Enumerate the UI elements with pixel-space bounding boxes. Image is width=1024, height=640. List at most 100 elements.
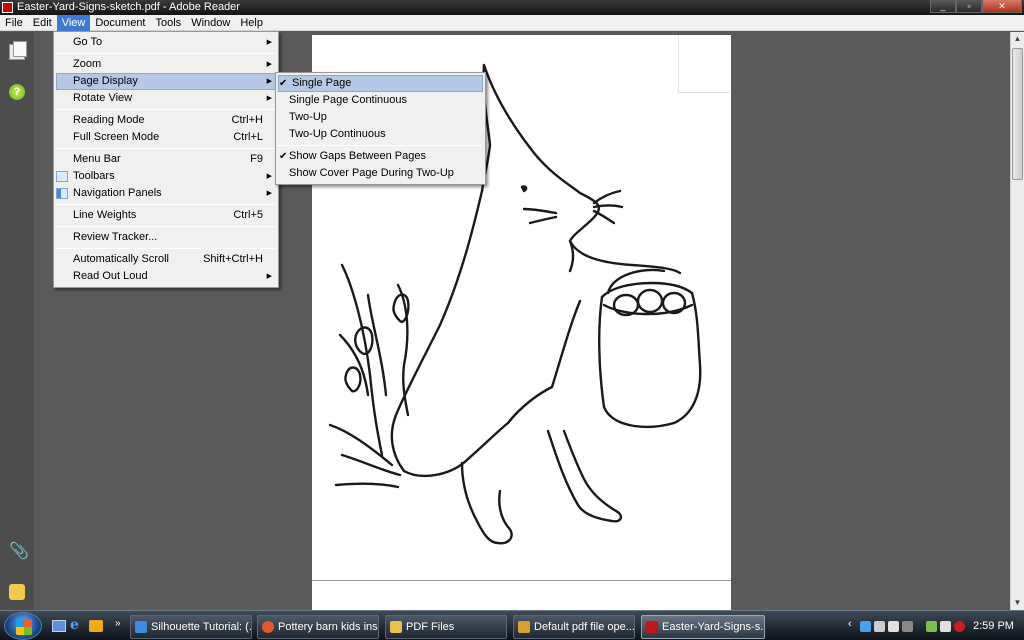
- task-label: Silhouette Tutorial: (...: [151, 621, 252, 633]
- menu-item-two-up[interactable]: Two-Up: [276, 109, 485, 126]
- task-label: Easter-Yard-Signs-s...: [662, 621, 765, 633]
- submenu-arrow-icon: ▶: [266, 61, 272, 68]
- menu-item-read-out-loud[interactable]: Read Out Loud ▶: [54, 268, 278, 285]
- pages-icon[interactable]: [9, 41, 27, 60]
- page-display-submenu: ✔ Single Page Single Page Continuous Two…: [275, 72, 486, 185]
- task-label: Pottery barn kids ins...: [278, 621, 379, 633]
- menu-file[interactable]: File: [0, 15, 28, 31]
- menu-item-shortcut: F9: [250, 153, 263, 165]
- menu-item-label: Rotate View: [73, 92, 133, 104]
- windows-logo-icon: [16, 619, 32, 635]
- menu-help[interactable]: Help: [235, 15, 268, 31]
- browser-icon: [518, 621, 530, 633]
- tray-mail-icon[interactable]: [888, 621, 899, 632]
- comments-icon[interactable]: [9, 584, 25, 600]
- scroll-up-icon[interactable]: ▲: [1011, 32, 1024, 46]
- checkmark-icon: ✔: [279, 151, 288, 162]
- menu-item-automatically-scroll[interactable]: Automatically Scroll Shift+Ctrl+H: [54, 251, 278, 268]
- menu-window[interactable]: Window: [186, 15, 235, 31]
- menu-item-label: Review Tracker...: [73, 231, 158, 243]
- menu-item-label: Two-Up Continuous: [289, 128, 386, 140]
- menu-edit[interactable]: Edit: [28, 15, 57, 31]
- help-icon[interactable]: ?: [9, 84, 25, 100]
- scroll-thumb[interactable]: [1012, 48, 1023, 180]
- menu-item-label: Show Cover Page During Two-Up: [289, 167, 454, 179]
- menu-item-single-page-continuous[interactable]: Single Page Continuous: [276, 92, 485, 109]
- menu-item-review-tracker[interactable]: Review Tracker...: [54, 229, 278, 246]
- menu-item-page-display[interactable]: Page Display ▶: [56, 73, 276, 90]
- taskbar: e » Silhouette Tutorial: (... Pottery ba…: [0, 610, 1024, 640]
- menu-item-label: Reading Mode: [73, 114, 145, 126]
- menu-item-reading-mode[interactable]: Reading Mode Ctrl+H: [54, 112, 278, 129]
- internet-explorer-icon[interactable]: e: [70, 617, 84, 633]
- tray-volume-icon[interactable]: [954, 621, 965, 632]
- menu-item-single-page[interactable]: ✔ Single Page: [278, 75, 483, 92]
- vertical-scrollbar[interactable]: ▲ ▼: [1010, 32, 1024, 610]
- folder-icon: [390, 621, 402, 633]
- start-button[interactable]: [4, 612, 42, 640]
- view-menu: Go To ▶ Zoom ▶ Page Display ▶ Rotate Vie…: [53, 31, 279, 288]
- submenu-arrow-icon: ▶: [266, 95, 272, 102]
- chrome-icon: [262, 621, 274, 633]
- submenu-arrow-icon: ▶: [266, 190, 272, 197]
- show-desktop-icon[interactable]: [52, 620, 66, 632]
- taskbar-button-easter-yard-signs[interactable]: Easter-Yard-Signs-s...: [641, 615, 765, 639]
- menu-item-show-gaps-between-pages[interactable]: ✔ Show Gaps Between Pages: [276, 148, 485, 165]
- quicklaunch-more-icon[interactable]: »: [115, 618, 129, 630]
- menu-item-rotate-view[interactable]: Rotate View ▶: [54, 90, 278, 107]
- menu-item-full-screen-mode[interactable]: Full Screen Mode Ctrl+L: [54, 129, 278, 146]
- tray-security-icon[interactable]: [926, 621, 937, 632]
- attachment-icon[interactable]: 📎: [9, 544, 29, 560]
- menu-item-label: Two-Up: [289, 111, 327, 123]
- menu-item-label: Menu Bar: [73, 153, 121, 165]
- tray-expand-icon[interactable]: ‹: [848, 618, 852, 630]
- system-tray: ‹ 2:59 PM: [840, 615, 1024, 639]
- minimize-button[interactable]: _: [930, 0, 956, 13]
- menu-tools[interactable]: Tools: [151, 15, 187, 31]
- taskbar-button-pottery-barn[interactable]: Pottery barn kids ins...: [257, 615, 379, 639]
- menu-item-label: Read Out Loud: [73, 270, 148, 282]
- menu-item-label: Navigation Panels: [73, 187, 162, 199]
- tray-app-icon[interactable]: [874, 621, 885, 632]
- menu-item-line-weights[interactable]: Line Weights Ctrl+5: [54, 207, 278, 224]
- menu-item-shortcut: Ctrl+H: [231, 114, 263, 126]
- adobe-reader-icon: [2, 2, 13, 13]
- menu-item-zoom[interactable]: Zoom ▶: [54, 56, 278, 73]
- menu-item-label: Go To: [73, 36, 103, 48]
- maximize-button[interactable]: ▫: [956, 0, 982, 13]
- tray-network-icon[interactable]: [860, 621, 871, 632]
- menu-item-two-up-continuous[interactable]: Two-Up Continuous: [276, 126, 485, 143]
- navigation-pane: ? 📎: [0, 32, 34, 610]
- menu-separator: [56, 248, 275, 249]
- menu-item-show-cover-page[interactable]: Show Cover Page During Two-Up: [276, 165, 485, 182]
- menu-item-shortcut: Ctrl+L: [233, 131, 263, 143]
- pdf-icon: [646, 621, 658, 633]
- toolbars-icon: [56, 171, 68, 182]
- media-player-icon[interactable]: [89, 620, 103, 632]
- scroll-down-icon[interactable]: ▼: [1011, 596, 1024, 610]
- taskbar-button-default-pdf[interactable]: Default pdf file ope...: [513, 615, 635, 639]
- menu-view[interactable]: View: [56, 15, 91, 31]
- menu-item-go-to[interactable]: Go To ▶: [54, 34, 278, 51]
- menu-item-label: Line Weights: [73, 209, 137, 221]
- page-bottom-rule: [312, 580, 731, 581]
- menu-item-label: Zoom: [73, 58, 102, 70]
- tray-battery-icon[interactable]: [940, 621, 951, 632]
- menu-item-toolbars[interactable]: Toolbars ▶: [54, 168, 278, 185]
- menu-item-label: Show Gaps Between Pages: [289, 150, 426, 162]
- menu-item-label: Single Page: [292, 77, 352, 89]
- menu-separator: [56, 53, 275, 54]
- submenu-arrow-icon: ▶: [266, 78, 272, 85]
- tray-display-icon[interactable]: [902, 621, 913, 632]
- menu-separator: [56, 204, 275, 205]
- menu-item-menu-bar[interactable]: Menu Bar F9: [54, 151, 278, 168]
- menu-item-navigation-panels[interactable]: Navigation Panels ▶: [54, 185, 278, 202]
- clock[interactable]: 2:59 PM: [973, 620, 1014, 632]
- menu-item-label: Full Screen Mode: [73, 131, 160, 143]
- taskbar-button-pdf-files[interactable]: PDF Files: [385, 615, 507, 639]
- menu-document[interactable]: Document: [90, 15, 150, 31]
- menu-item-label: Single Page Continuous: [289, 94, 408, 106]
- close-button[interactable]: ✕: [982, 0, 1022, 13]
- taskbar-button-silhouette[interactable]: Silhouette Tutorial: (...: [130, 615, 252, 639]
- menu-item-label: Page Display: [73, 75, 138, 87]
